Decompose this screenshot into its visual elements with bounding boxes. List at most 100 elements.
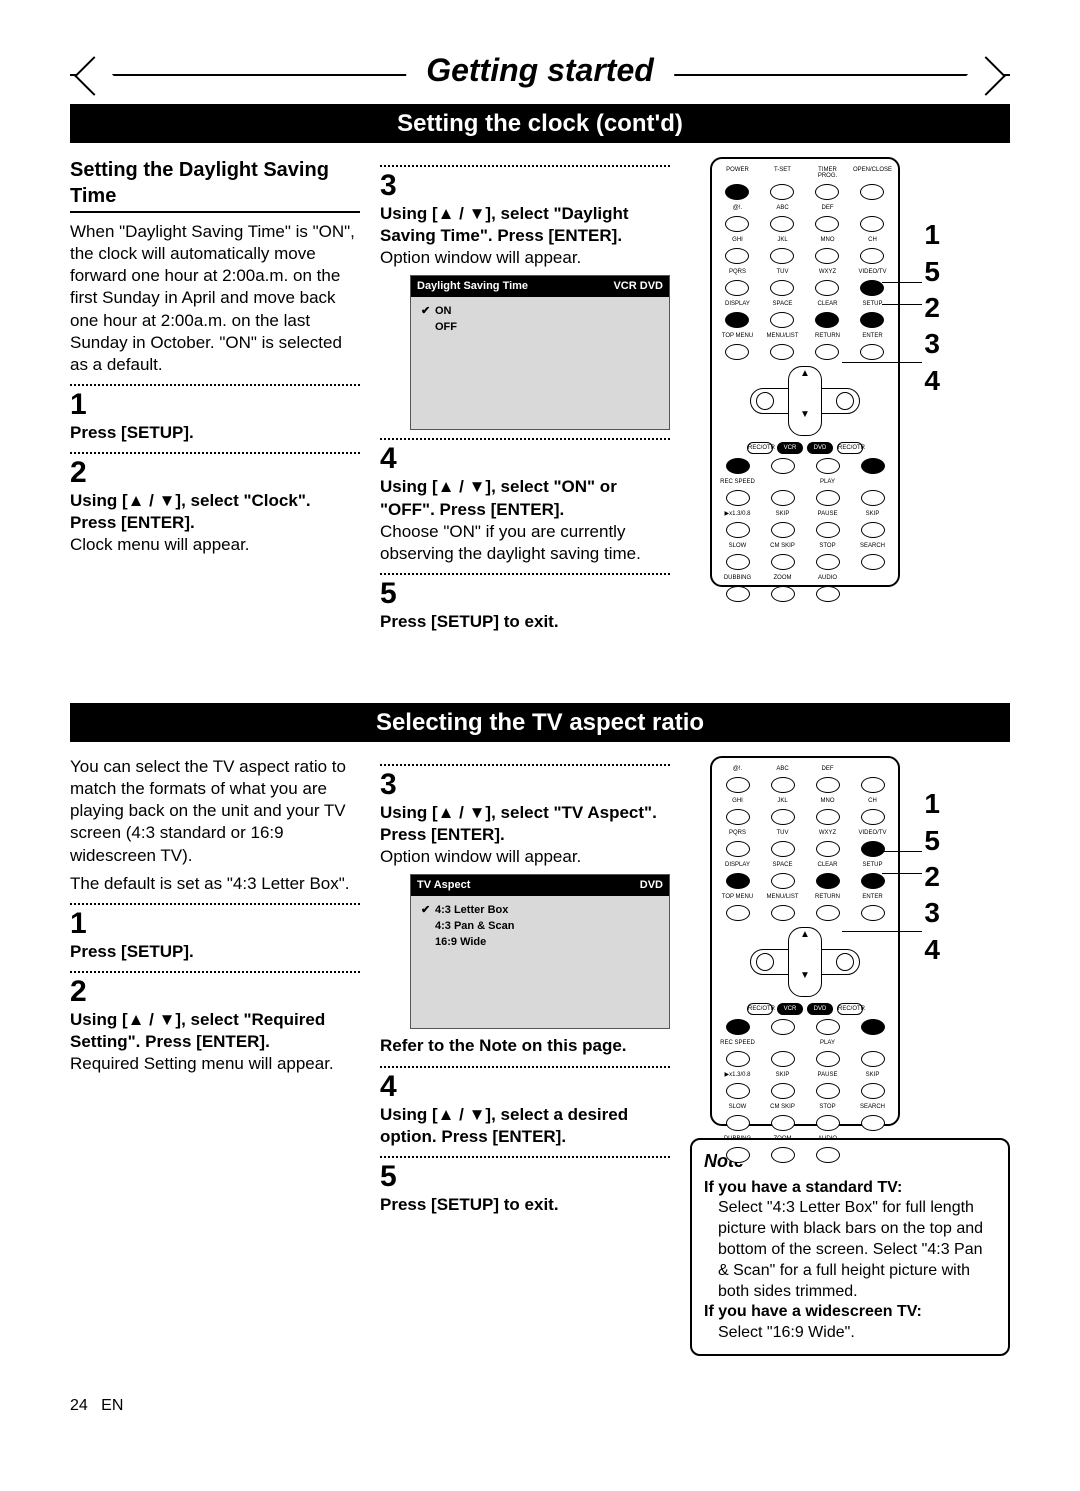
- btn-recspeed: [726, 490, 750, 506]
- btn-4: [725, 248, 749, 264]
- a-step1-b: Press [SETUP].: [70, 941, 360, 963]
- remote-callouts-2: 1 5 2 3 4: [924, 786, 940, 968]
- r2-pill-dvd: DVD: [807, 1003, 833, 1015]
- r2-pill-recr: REC/OTR: [837, 1003, 863, 1015]
- aspect-intro: You can select the TV aspect ratio to ma…: [70, 756, 360, 866]
- section-bar-clock: Setting the clock (cont'd): [70, 104, 1010, 143]
- lbl-enter: ENTER: [853, 333, 892, 339]
- r2-pill-vcr: VCR: [777, 1003, 803, 1015]
- a-step5-b: Press [SETUP] to exit.: [380, 1194, 670, 1216]
- note-l2: Select "16:9 Wide".: [704, 1323, 996, 1344]
- r2-lbl-topmenu: TOP MENU: [718, 894, 757, 900]
- lbl-power: POWER: [718, 167, 757, 179]
- section1-columns: Setting the Daylight Saving Time When "D…: [70, 157, 1010, 633]
- r2-lbl-stop: STOP: [808, 1104, 847, 1110]
- note-l1: Select "4:3 Letter Box" for full length …: [704, 1198, 996, 1302]
- lbl-search: SEARCH: [853, 543, 892, 549]
- r2-btn-3: [816, 777, 840, 793]
- r2-btn-setup: [861, 873, 885, 889]
- lbl-stop: STOP: [808, 543, 847, 549]
- r2-lbl-zoom: ZOOM: [763, 1136, 802, 1142]
- btn-stop: [816, 554, 840, 570]
- btn-5: [770, 248, 794, 264]
- osd2-title: TV Aspect: [417, 878, 470, 892]
- r2-btn-slow: [726, 1115, 750, 1131]
- lbl-blank1: [853, 205, 892, 211]
- btn-power: [725, 184, 749, 200]
- r2-lbl-abc: ABC: [763, 766, 802, 772]
- btn-zoom: [771, 586, 795, 602]
- step-3-bold: Using [▲ / ▼], select "Daylight Saving T…: [380, 203, 670, 247]
- lbl-b2: [853, 479, 892, 485]
- r2-lbl-clear: CLEAR: [808, 862, 847, 868]
- lbl-b3: [853, 575, 892, 581]
- btn-ff1: [861, 490, 885, 506]
- r2-btn-2: [771, 777, 795, 793]
- r2-btn-dubbing: [726, 1147, 750, 1163]
- r2-btn-6: [816, 809, 840, 825]
- btn-9: [815, 280, 839, 296]
- btn-videotv: [860, 280, 884, 296]
- r2-btn-return: [816, 905, 840, 921]
- r2-lbl-blank1: [853, 766, 892, 772]
- btn-setup: [860, 312, 884, 328]
- r2-btn-videotv: [861, 841, 885, 857]
- note-l2b: If you have a widescreen TV:: [704, 1303, 922, 1320]
- page-title: Getting started: [426, 52, 654, 88]
- lbl-x13: ▶x1.3/0.8: [718, 511, 757, 517]
- lbl-space: SPACE: [763, 301, 802, 307]
- lbl-slow: SLOW: [718, 543, 757, 549]
- btn-1: [725, 216, 749, 232]
- callout2-5: 5: [924, 823, 940, 859]
- r2-btn-menulist: [771, 905, 795, 921]
- lbl-openclose: OPEN/CLOSE: [853, 167, 892, 179]
- callout-1: 1: [924, 217, 940, 253]
- callout2-2: 2: [924, 859, 940, 895]
- btn-return: [815, 344, 839, 360]
- note-l1b: If you have a standard TV:: [704, 1179, 902, 1196]
- section-bar-aspect: Selecting the TV aspect ratio: [70, 703, 1010, 742]
- callout-3: 3: [924, 326, 940, 362]
- r2-lbl-ch: CH: [853, 798, 892, 804]
- step-2-text: Clock menu will appear.: [70, 534, 360, 556]
- callout2-3: 3: [924, 895, 940, 931]
- lbl-ch: CH: [853, 237, 892, 243]
- remote-diagram-1: POWER T-SET TIMER PROG. OPEN/CLOSE @!. A…: [710, 157, 900, 587]
- step-3-num: 3: [380, 171, 670, 201]
- r2-btn-stop: [816, 1115, 840, 1131]
- lbl-videotv: VIDEO/TV: [853, 269, 892, 275]
- btn-topmenu: [725, 344, 749, 360]
- osd-tag-vcr: VCR: [613, 280, 636, 292]
- aspect-intro2: The default is set as "4:3 Letter Box".: [70, 873, 360, 895]
- step-4-bold: Using [▲ / ▼], select "ON" or "OFF". Pre…: [380, 476, 670, 520]
- osd-opt-off: OFF: [421, 319, 659, 335]
- osd-title-text: Daylight Saving Time: [417, 279, 528, 293]
- r2-btn-chdn: [861, 809, 885, 825]
- btn-vcrsel: [771, 458, 795, 474]
- r2-lbl-setup: SETUP: [853, 862, 892, 868]
- r2-btn-recl: [726, 1019, 750, 1035]
- btn-skipb: [771, 522, 795, 538]
- osd2-tag: DVD: [640, 878, 663, 892]
- btn-tset: [770, 184, 794, 200]
- refer-note: Refer to the Note on this page.: [380, 1035, 670, 1057]
- a-step3-t: Option window will appear.: [380, 846, 670, 868]
- btn-8: [770, 280, 794, 296]
- step-5-num: 5: [380, 579, 670, 609]
- r2-btn-recspeed: [726, 1051, 750, 1067]
- lbl-zoom: ZOOM: [763, 575, 802, 581]
- r2-btn-7: [726, 841, 750, 857]
- r2-btn-search: [861, 1115, 885, 1131]
- r2-btn-0: [771, 873, 795, 889]
- r2-btn-clear: [816, 873, 840, 889]
- r2-lbl-def: DEF: [808, 766, 847, 772]
- a-step2-b: Using [▲ / ▼], select "Required Setting"…: [70, 1009, 360, 1053]
- step-2-bold: Using [▲ / ▼], select "Clock". Press [EN…: [70, 490, 360, 534]
- remote-diagram-2: @!. ABC DEF GHI JKL MNO CH: [710, 756, 900, 1126]
- r2-btn-skipf: [861, 1083, 885, 1099]
- pill-recotr-r: REC/OTR: [837, 442, 863, 454]
- btn-7: [725, 280, 749, 296]
- btn-pause: [816, 522, 840, 538]
- btn-6: [815, 248, 839, 264]
- btn-rec-l: [726, 458, 750, 474]
